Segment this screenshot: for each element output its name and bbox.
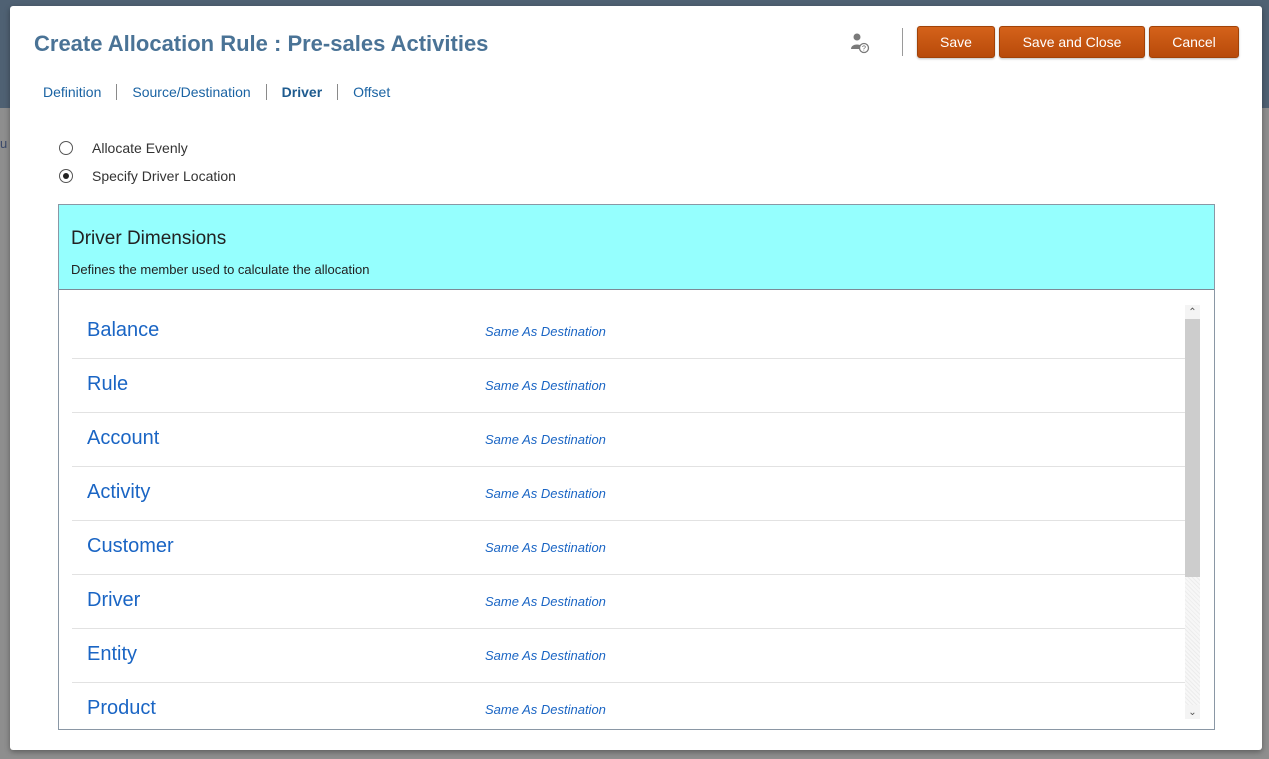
option-allocate-evenly[interactable]: Allocate Evenly (59, 139, 188, 157)
option-specify-driver-location[interactable]: Specify Driver Location (59, 167, 236, 185)
option-label: Specify Driver Location (92, 168, 236, 184)
tab-bar: Definition Source/Destination Driver Off… (34, 82, 405, 102)
list-item: Rule Same As Destination (72, 359, 1185, 413)
list-item: Product Same As Destination (72, 683, 1185, 719)
list-item: Customer Same As Destination (72, 521, 1185, 575)
save-and-close-button[interactable]: Save and Close (999, 26, 1145, 58)
dimension-value-link[interactable]: Same As Destination (485, 702, 606, 717)
cancel-button[interactable]: Cancel (1149, 26, 1239, 58)
driver-dimensions-panel: Driver Dimensions Defines the member use… (58, 204, 1215, 730)
dimension-value-link[interactable]: Same As Destination (485, 648, 606, 663)
dimension-value-link[interactable]: Same As Destination (485, 378, 606, 393)
dimension-name-link[interactable]: Customer (87, 535, 174, 558)
dimension-value-link[interactable]: Same As Destination (485, 432, 606, 447)
radio-button[interactable] (59, 141, 73, 155)
tab-driver[interactable]: Driver (267, 84, 337, 100)
dimension-value-link[interactable]: Same As Destination (485, 540, 606, 555)
scrollbar-thumb[interactable] (1185, 319, 1200, 577)
svg-text:?: ? (862, 46, 866, 53)
tab-definition[interactable]: Definition (34, 84, 116, 100)
dimension-value-link[interactable]: Same As Destination (485, 324, 606, 339)
dimension-name-link[interactable]: Driver (87, 589, 140, 612)
allocation-rule-dialog: Create Allocation Rule : Pre-sales Activ… (10, 6, 1262, 750)
toolbar-divider (902, 28, 903, 56)
dimension-value-link[interactable]: Same As Destination (485, 486, 606, 501)
dimension-name-link[interactable]: Product (87, 697, 156, 719)
user-help-icon[interactable]: ? (850, 32, 870, 54)
chevron-down-icon[interactable]: ⌄ (1185, 705, 1200, 719)
dimension-list: Balance Same As Destination Rule Same As… (72, 305, 1185, 719)
dimension-name-link[interactable]: Rule (87, 373, 128, 396)
background-text-fragment: u (0, 136, 8, 151)
dimension-value-link[interactable]: Same As Destination (485, 594, 606, 609)
tab-source-destination[interactable]: Source/Destination (117, 84, 265, 100)
list-item: Account Same As Destination (72, 413, 1185, 467)
list-item: Balance Same As Destination (72, 305, 1185, 359)
list-item: Activity Same As Destination (72, 467, 1185, 521)
list-item: Entity Same As Destination (72, 629, 1185, 683)
dialog-title: Create Allocation Rule : Pre-sales Activ… (34, 31, 489, 56)
panel-title: Driver Dimensions (71, 228, 227, 249)
option-label: Allocate Evenly (92, 140, 188, 156)
dimension-name-link[interactable]: Balance (87, 319, 159, 342)
vertical-scrollbar[interactable]: ⌃ ⌄ (1185, 305, 1200, 719)
panel-subtitle: Defines the member used to calculate the… (71, 262, 370, 277)
tab-offset[interactable]: Offset (338, 84, 405, 100)
radio-button-selected[interactable] (59, 169, 73, 183)
dimension-name-link[interactable]: Account (87, 427, 159, 450)
dimension-name-link[interactable]: Entity (87, 643, 137, 666)
chevron-up-icon[interactable]: ⌃ (1185, 305, 1200, 319)
list-item: Driver Same As Destination (72, 575, 1185, 629)
save-button[interactable]: Save (917, 26, 995, 58)
dimension-name-link[interactable]: Activity (87, 481, 150, 504)
panel-header: Driver Dimensions Defines the member use… (59, 205, 1214, 290)
